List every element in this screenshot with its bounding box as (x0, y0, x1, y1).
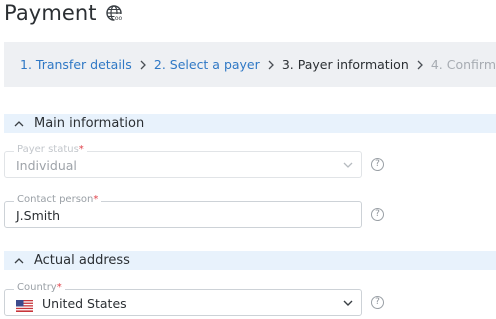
chevron-right-icon (410, 60, 430, 70)
chevron-up-icon[interactable] (4, 257, 34, 265)
step-confirm: 4. Confirm (430, 57, 496, 72)
required-mark: * (78, 144, 84, 155)
chevron-down-icon (343, 161, 353, 169)
svg-text:oo: oo (114, 15, 122, 22)
chevron-right-icon (133, 60, 153, 70)
page-title: Payment (4, 1, 97, 25)
globe-icon[interactable]: oo (105, 4, 123, 22)
chevron-right-icon (261, 60, 281, 70)
step-select-payer[interactable]: 2. Select a payer (154, 57, 260, 72)
page-header: Payment oo (4, 0, 123, 26)
required-mark: * (56, 282, 62, 293)
country-select[interactable]: Country* United States (4, 282, 362, 316)
field-label: Contact person* (14, 194, 102, 206)
payer-status-select[interactable]: Payer status* Individual (4, 144, 362, 178)
contact-person-value: J.Smith (16, 208, 61, 223)
payer-status-label: Payer status (17, 144, 79, 155)
country-value: United States (42, 296, 127, 311)
field-label: Country* (14, 282, 65, 294)
required-mark: * (93, 194, 99, 205)
country-label: Country (17, 282, 57, 293)
question-circle-icon[interactable]: ? (371, 296, 384, 309)
chevron-down-icon (343, 299, 353, 307)
step-payer-information: 3. Payer information (281, 57, 409, 72)
step-progress-bar: 1. Transfer details 2. Select a payer 3.… (4, 42, 496, 87)
contact-person-field[interactable]: Contact person* J.Smith (4, 194, 362, 228)
step-transfer-details[interactable]: 1. Transfer details (20, 57, 132, 72)
contact-person-label: Contact person (17, 194, 94, 205)
question-circle-icon[interactable]: ? (371, 158, 384, 171)
section-actual-address[interactable]: Actual address (4, 251, 496, 270)
section-title: Actual address (34, 253, 130, 268)
question-circle-icon[interactable]: ? (371, 208, 384, 221)
us-flag-icon (16, 297, 33, 312)
field-label: Payer status* (14, 144, 87, 156)
section-title: Main information (34, 116, 145, 131)
chevron-up-icon[interactable] (4, 120, 34, 128)
section-main-information[interactable]: Main information (4, 114, 496, 133)
payer-status-value: Individual (16, 158, 77, 173)
